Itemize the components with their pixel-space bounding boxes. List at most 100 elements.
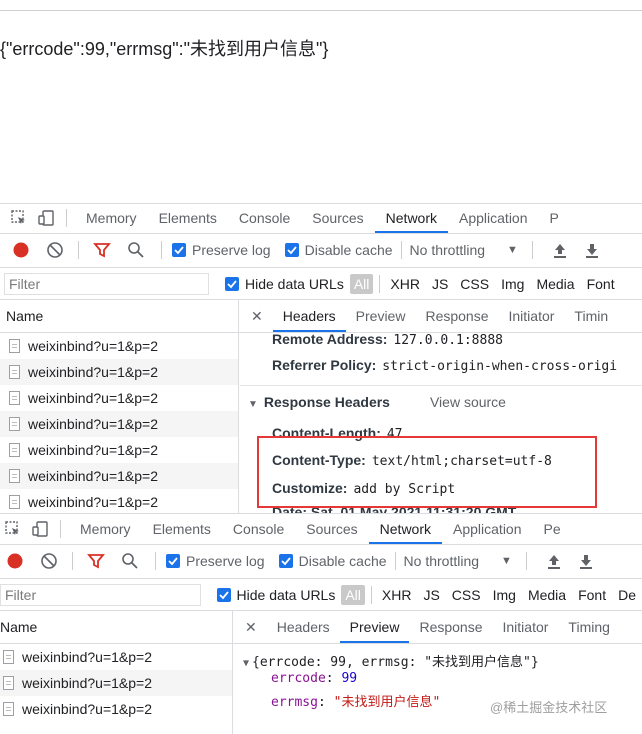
request-row[interactable]: weixinbind?u=1&p=2 (0, 359, 238, 385)
request-row[interactable]: weixinbind?u=1&p=2 (0, 385, 238, 411)
record-icon[interactable] (10, 239, 32, 261)
filter-icon[interactable] (85, 550, 107, 572)
import-har-icon[interactable] (549, 239, 571, 261)
close-icon[interactable]: ✕ (233, 619, 267, 636)
tab-elements[interactable]: Elements (148, 203, 228, 233)
disable-cache-checkbox[interactable] (278, 554, 293, 568)
close-icon[interactable]: ✕ (239, 308, 273, 325)
tab-cut[interactable]: P (539, 203, 570, 233)
inspect-element-icon[interactable] (8, 207, 30, 229)
separator (72, 552, 73, 570)
tab-timing[interactable]: Timing (558, 611, 620, 643)
tab-preview[interactable]: Preview (339, 611, 410, 643)
hide-data-urls-checkbox[interactable] (216, 588, 231, 602)
clear-icon[interactable] (38, 550, 60, 572)
name-column-header[interactable]: Name (0, 611, 232, 644)
filter-media[interactable]: Media (530, 276, 580, 292)
record-icon[interactable] (4, 550, 26, 572)
separator (78, 241, 79, 259)
inspect-element-icon[interactable] (2, 518, 24, 540)
tab-network[interactable]: Network (374, 203, 449, 233)
disable-cache-checkbox[interactable] (284, 243, 299, 257)
export-har-icon[interactable] (581, 239, 603, 261)
tab-initiator[interactable]: Initiator (493, 611, 559, 643)
devtools-tabbar: Memory Elements Console Sources Network … (2, 514, 642, 544)
tab-headers[interactable]: Headers (272, 300, 346, 332)
view-source-link[interactable]: View source (430, 394, 506, 410)
preserve-log-checkbox[interactable] (166, 554, 180, 568)
triangle-down-icon: ▼ (248, 399, 258, 410)
watermark-text: @稀土掘金技术社区 (490, 700, 608, 715)
chevron-down-icon: ▼ (501, 555, 512, 567)
request-name: weixinbind?u=1&p=2 (22, 649, 152, 665)
filter-font[interactable]: Font (581, 276, 621, 292)
filter-doc[interactable]: De (612, 587, 642, 603)
search-icon[interactable] (119, 550, 141, 572)
device-toolbar-icon[interactable] (30, 518, 52, 540)
watermark: @稀土掘金技术社区 (490, 697, 607, 716)
request-row[interactable]: weixinbind?u=1&p=2 (0, 437, 238, 463)
tab-response[interactable]: Response (415, 300, 498, 332)
device-toolbar-icon[interactable] (36, 207, 58, 229)
clear-icon[interactable] (44, 239, 66, 261)
tab-console[interactable]: Console (228, 203, 301, 233)
name-column-header[interactable]: Name (0, 300, 238, 333)
request-list: Name weixinbind?u=1&p=2 weixinbind?u=1&p… (0, 611, 233, 734)
filter-icon[interactable] (91, 239, 113, 261)
response-headers-section[interactable]: ▼ Response Headers View source (248, 394, 506, 410)
tab-response[interactable]: Response (409, 611, 492, 643)
request-row[interactable]: weixinbind?u=1&p=2 (0, 644, 232, 670)
response-body-text: {"errcode":99,"errmsg":"未找到用户信息"} (0, 39, 329, 59)
tab-application[interactable]: Application (442, 514, 533, 544)
filter-js[interactable]: JS (417, 587, 445, 603)
tab-memory[interactable]: Memory (75, 203, 148, 233)
network-controls: Preserve log Disable cache No throttling… (4, 545, 642, 577)
filter-input[interactable]: Filter (0, 584, 201, 606)
filter-css[interactable]: CSS (446, 587, 487, 603)
request-row[interactable]: weixinbind?u=1&p=2 (0, 333, 238, 359)
filter-xhr[interactable]: XHR (376, 587, 418, 603)
headers-pane: Remote Address: 127.0.0.1:8888 Referrer P… (240, 333, 642, 513)
tab-cut[interactable]: Pe (533, 514, 572, 544)
tab-elements[interactable]: Elements (142, 514, 222, 544)
filter-img[interactable]: Img (487, 587, 522, 603)
request-row[interactable]: weixinbind?u=1&p=2 (0, 696, 232, 722)
throttling-select[interactable]: No throttling ▼ (404, 553, 512, 569)
search-icon[interactable] (125, 239, 147, 261)
filter-img[interactable]: Img (495, 276, 530, 292)
tab-headers[interactable]: Headers (267, 611, 340, 643)
tab-sources[interactable]: Sources (295, 514, 368, 544)
import-har-icon[interactable] (543, 550, 565, 572)
filter-all-button[interactable]: All (341, 585, 365, 605)
filter-js[interactable]: JS (426, 276, 454, 292)
request-row[interactable]: weixinbind?u=1&p=2 (0, 489, 238, 513)
preview-prop-row: errmsg: "未找到用户信息" (271, 695, 441, 710)
preview-summary-row[interactable]: ▼ {errcode: 99, errmsg: "未找到用户信息"} (243, 651, 539, 670)
tab-application[interactable]: Application (448, 203, 539, 233)
export-har-icon[interactable] (575, 550, 597, 572)
tab-network[interactable]: Network (368, 514, 443, 544)
document-icon (3, 676, 14, 690)
filter-input[interactable]: Filter (4, 273, 209, 295)
disable-cache-label: Disable cache (298, 553, 387, 569)
prop-value: 99 (341, 671, 358, 686)
filter-xhr[interactable]: XHR (384, 276, 426, 292)
filter-font[interactable]: Font (572, 587, 612, 603)
tab-memory[interactable]: Memory (69, 514, 142, 544)
throttling-select[interactable]: No throttling ▼ (410, 242, 518, 258)
devtools-tabbar: Memory Elements Console Sources Network … (8, 203, 642, 233)
tab-timing[interactable]: Timin (564, 300, 618, 332)
preserve-log-checkbox[interactable] (172, 243, 186, 257)
hide-data-urls-checkbox[interactable] (225, 277, 239, 291)
request-row[interactable]: weixinbind?u=1&p=2 (0, 411, 238, 437)
filter-media[interactable]: Media (522, 587, 572, 603)
filter-all-button[interactable]: All (349, 274, 374, 294)
tab-console[interactable]: Console (222, 514, 295, 544)
request-row[interactable]: weixinbind?u=1&p=2 (0, 463, 238, 489)
tab-preview[interactable]: Preview (346, 300, 416, 332)
tab-initiator[interactable]: Initiator (499, 300, 565, 332)
filter-css[interactable]: CSS (454, 276, 495, 292)
tab-sources[interactable]: Sources (301, 203, 374, 233)
filter-bar: Filter Hide data URLs All XHR JS CSS Img… (4, 269, 642, 299)
request-row[interactable]: weixinbind?u=1&p=2 (0, 670, 232, 696)
